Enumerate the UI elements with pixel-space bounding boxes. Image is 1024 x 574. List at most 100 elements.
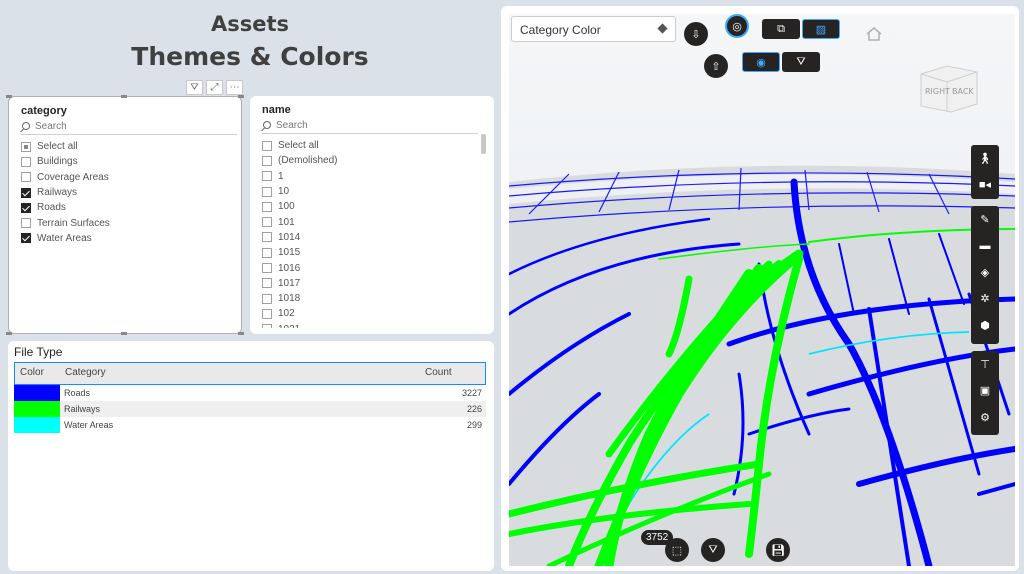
slicer-item-label: Water Areas: [37, 232, 92, 244]
checkbox[interactable]: [21, 156, 31, 167]
checkbox[interactable]: [262, 171, 272, 182]
filter-icon[interactable]: ⛛: [782, 52, 820, 72]
checkbox[interactable]: [262, 293, 272, 304]
checkbox[interactable]: [262, 278, 272, 289]
slicer-item-label: 1016: [278, 262, 301, 274]
side-toolbar-tools: ✎ ▬ ◈ ✲ ⬢: [971, 206, 999, 344]
clear-filter-icon[interactable]: ⛛: [701, 538, 725, 562]
list-item[interactable]: 1016: [262, 260, 337, 275]
slicer-item-label: (Demolished): [278, 155, 338, 167]
list-item[interactable]: 1018: [262, 291, 337, 306]
person-icon[interactable]: 🚶︎: [971, 145, 999, 172]
layers-icon[interactable]: ◈: [971, 259, 999, 286]
list-item[interactable]: 100: [262, 199, 337, 214]
list-item[interactable]: 10: [262, 184, 337, 199]
list-item[interactable]: (Demolished): [262, 153, 337, 168]
list-item[interactable]: Select all: [262, 138, 337, 153]
resize-handle[interactable]: [6, 332, 12, 335]
slicer-item-label: 100: [278, 201, 295, 213]
slicer-item-terrain-surfaces[interactable]: Terrain Surfaces: [21, 215, 110, 230]
slicer-item-roads[interactable]: Roads: [21, 200, 110, 215]
checkbox[interactable]: [21, 202, 31, 213]
folder-icon[interactable]: ▬: [971, 233, 999, 260]
checkbox[interactable]: [262, 232, 272, 243]
side-toolbar-settings: ⊤ ▣ ⚙: [971, 351, 999, 435]
focus-mode-icon[interactable]: ⤢: [206, 80, 223, 95]
measure-icon[interactable]: ✎: [971, 206, 999, 233]
home-icon[interactable]: [865, 26, 883, 42]
model-tree-icon[interactable]: ⊤: [971, 351, 999, 378]
checkbox[interactable]: [262, 186, 272, 197]
properties-icon[interactable]: ▣: [971, 378, 999, 405]
gear-icon[interactable]: ⚙: [971, 404, 999, 431]
list-item[interactable]: 102: [262, 306, 337, 321]
search-input[interactable]: Search: [262, 120, 478, 134]
resize-handle[interactable]: [121, 95, 127, 98]
column-header-category[interactable]: Category: [60, 363, 420, 384]
list-item[interactable]: 1021: [262, 322, 337, 328]
checkbox[interactable]: [262, 263, 272, 274]
box-select-icon[interactable]: ⬚: [665, 538, 689, 562]
checkbox[interactable]: [21, 187, 31, 198]
section-box-icon[interactable]: ⬢: [971, 312, 999, 339]
list-item[interactable]: 1: [262, 169, 337, 184]
filter-icon[interactable]: ⛛: [186, 80, 203, 95]
save-icon[interactable]: 💾︎: [766, 538, 790, 562]
isolate-icon[interactable]: ◉: [742, 52, 780, 72]
cube-face-right: RIGHT: [925, 87, 950, 96]
checkbox[interactable]: [262, 201, 272, 212]
checkbox[interactable]: [21, 233, 31, 244]
more-options-icon[interactable]: ⋯: [226, 80, 243, 95]
report-title: Assets: [210, 12, 290, 36]
slicer-item-label: 1017: [278, 277, 301, 289]
upload-icon[interactable]: ⇧: [704, 54, 728, 78]
table-row[interactable]: Roads 3227: [14, 385, 486, 401]
checkbox[interactable]: [21, 218, 31, 229]
resize-handle[interactable]: [238, 332, 244, 335]
checkbox[interactable]: [262, 217, 272, 228]
checkbox[interactable]: [21, 141, 31, 152]
table-row[interactable]: Railways 226: [14, 401, 486, 417]
target-icon[interactable]: ◎: [725, 14, 749, 38]
checkbox[interactable]: [262, 155, 272, 166]
list-item[interactable]: 1015: [262, 245, 337, 260]
column-header-color[interactable]: Color: [15, 363, 60, 384]
category-color-select[interactable]: Category Color: [511, 16, 676, 42]
column-header-count[interactable]: Count: [420, 363, 485, 384]
hatch-toggle-icon[interactable]: ▨: [802, 19, 840, 39]
slicer-item-select-all[interactable]: Select all: [21, 139, 110, 154]
table-cell-category: Railways: [64, 404, 101, 414]
resize-handle[interactable]: [238, 95, 244, 98]
explode-icon[interactable]: ✲: [971, 286, 999, 313]
navigation-cube[interactable]: RIGHT BACK: [917, 60, 981, 116]
download-icon[interactable]: ⇩: [684, 22, 708, 46]
table-row[interactable]: Water Areas 299: [14, 417, 486, 433]
checkbox[interactable]: [262, 324, 272, 328]
slicer-item-label: 1: [278, 170, 284, 182]
slicer-item-label: Railways: [37, 187, 78, 199]
table-cell-count: 3227: [461, 388, 482, 398]
resize-handle[interactable]: [6, 95, 12, 98]
checkbox[interactable]: [262, 140, 272, 151]
slicer-item-label: 1014: [278, 231, 301, 243]
slicer-item-coverage-areas[interactable]: Coverage Areas: [21, 170, 110, 185]
list-item[interactable]: 101: [262, 214, 337, 229]
slicer-item-railways[interactable]: Railways: [21, 185, 110, 200]
checkbox[interactable]: [262, 247, 272, 258]
slicer-item-buildings[interactable]: Buildings: [21, 154, 110, 169]
scrollbar[interactable]: [481, 134, 486, 154]
table-header: Color Category Count: [14, 362, 486, 385]
slicer-item-water-areas[interactable]: Water Areas: [21, 231, 110, 246]
list-item[interactable]: 1017: [262, 276, 337, 291]
checkbox[interactable]: [21, 172, 31, 183]
ground-plane: [509, 165, 1015, 566]
list-item[interactable]: 1014: [262, 230, 337, 245]
checkbox[interactable]: [262, 308, 272, 319]
search-input[interactable]: Search: [21, 121, 237, 135]
camera-icon[interactable]: ■◂: [971, 172, 999, 199]
resize-handle[interactable]: [121, 332, 127, 335]
slicer-item-label: 1015: [278, 247, 301, 259]
copy-view-icon[interactable]: ⧉: [762, 19, 800, 39]
category-list: Select all Buildings Coverage Areas Rail…: [21, 139, 110, 246]
table-title: File Type: [14, 345, 63, 359]
